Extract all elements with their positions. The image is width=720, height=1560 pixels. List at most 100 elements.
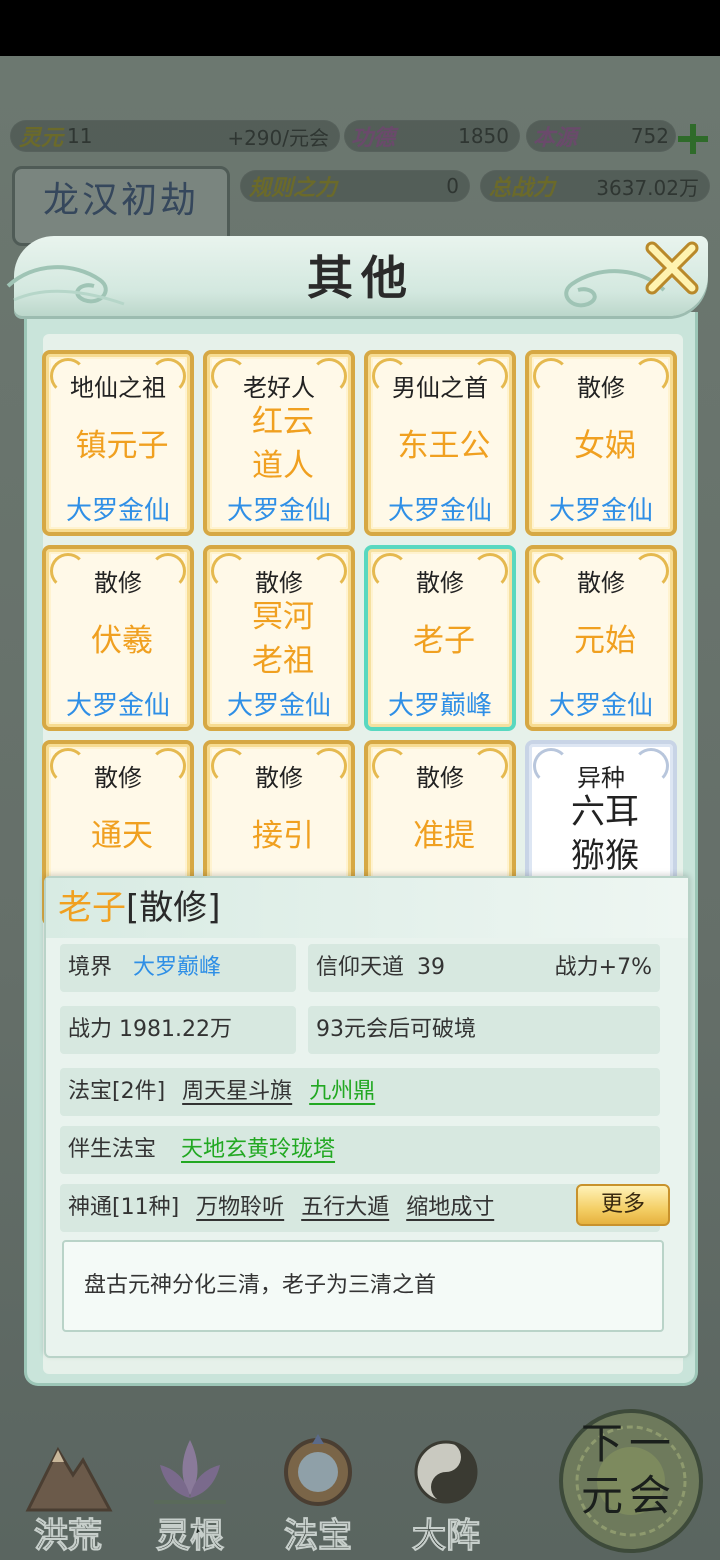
card-tag: 散修 xyxy=(416,569,464,597)
treasure-mirror-icon xyxy=(284,1434,352,1506)
lotus-icon xyxy=(154,1440,226,1504)
lingyuan-chip: 灵元 11 +290/元会 xyxy=(10,120,340,152)
card-tag: 散修 xyxy=(577,569,625,597)
gongde-value: 1850 xyxy=(458,124,509,148)
card-name: 老子 xyxy=(413,623,475,659)
card-realm: 大罗金仙 xyxy=(548,691,653,721)
treasure-label: 法宝[2件] xyxy=(68,1079,166,1104)
card-name-line: 红云道人 xyxy=(252,404,314,484)
character-card[interactable]: 散修 元始 大罗金仙 xyxy=(525,545,677,731)
other-characters-modal: 其他 地仙之祖 镇元子 大罗金仙 老好人 红云道人 大罗金仙 男仙之首 东王公 … xyxy=(6,236,708,1386)
treasure-row: 法宝[2件] 周天星斗旗 九州鼎 xyxy=(60,1068,660,1116)
character-card[interactable]: 老好人 红云道人 大罗金仙 xyxy=(203,350,355,536)
card-name: 伏羲 xyxy=(91,623,153,659)
add-icon[interactable] xyxy=(676,122,710,156)
faith-value: 39 xyxy=(417,955,446,980)
card-name: 女娲 xyxy=(574,428,636,464)
companion-row: 伴生法宝 天地玄黄玲珑塔 xyxy=(60,1126,660,1174)
card-tag: 异种 xyxy=(577,764,625,792)
character-card[interactable]: 地仙之祖 镇元子 大罗金仙 xyxy=(42,350,194,536)
card-name: 六耳猕猴 xyxy=(539,790,671,878)
status-bar xyxy=(0,0,720,56)
character-detail-panel: 老子[散修] 境界 大罗巅峰 信仰天道 39 战力+7% 战力 1981.22万… xyxy=(44,876,690,1358)
nav-honghuang[interactable]: 洪荒 xyxy=(8,1420,128,1560)
lingyuan-value: 11 xyxy=(67,124,93,148)
card-realm: 大罗金仙 xyxy=(65,496,170,526)
card-tag: 散修 xyxy=(94,764,142,792)
gongde-label: 功德 xyxy=(351,125,396,151)
detail-name: 老子 xyxy=(58,888,126,928)
card-name: 东王公 xyxy=(397,428,491,464)
realm-label: 境界 xyxy=(68,955,113,980)
skills-row: 神通[11种] 万物聆听 五行大遁 缩地成寸 xyxy=(60,1184,660,1232)
card-realm: 大罗金仙 xyxy=(387,496,492,526)
skill-link[interactable]: 缩地成寸 xyxy=(406,1195,494,1220)
lingyuan-label: 灵元 xyxy=(19,125,64,151)
treasure-link[interactable]: 周天星斗旗 xyxy=(182,1079,292,1104)
nav-label: 灵根 xyxy=(156,1516,225,1557)
guize-label: 规则之力 xyxy=(249,175,338,201)
card-realm: 大罗金仙 xyxy=(226,496,331,526)
nav-label: 大阵 xyxy=(412,1516,481,1557)
power-row: 战力 1981.22万 xyxy=(60,1006,296,1054)
nav-fabao[interactable]: 法宝 xyxy=(258,1420,378,1560)
card-realm: 大罗金仙 xyxy=(548,496,653,526)
lingyuan-rate: +290/元会 xyxy=(227,125,329,150)
faith-row: 信仰天道 39 战力+7% xyxy=(308,944,660,992)
skill-link[interactable]: 万物聆听 xyxy=(196,1195,284,1220)
modal-title: 其他 xyxy=(307,251,415,305)
card-tag: 散修 xyxy=(94,569,142,597)
benyuan-value: 752 xyxy=(630,124,669,148)
card-name: 红云道人 xyxy=(217,400,349,488)
card-name: 冥河老祖 xyxy=(217,595,349,683)
card-tag: 散修 xyxy=(255,569,303,597)
breakthrough-text: 93元会后可破境 xyxy=(316,1017,476,1042)
card-realm: 大罗巅峰 xyxy=(387,691,492,721)
skill-link[interactable]: 五行大遁 xyxy=(301,1195,389,1220)
detail-type: [散修] xyxy=(126,888,221,928)
next-era-line2: 元会 xyxy=(580,1471,677,1520)
card-name: 准提 xyxy=(413,818,475,854)
yinyang-icon xyxy=(414,1440,478,1504)
zongzhanli-value: 3637.02万 xyxy=(596,175,699,200)
card-realm: 大罗金仙 xyxy=(65,691,170,721)
card-tag: 地仙之祖 xyxy=(70,374,166,402)
breakthrough-row: 93元会后可破境 xyxy=(308,1006,660,1054)
realm-row: 境界 大罗巅峰 xyxy=(60,944,296,992)
modal-header-banner: 其他 xyxy=(6,236,708,316)
power-bonus: 战力+7% xyxy=(554,955,652,980)
mountain-icon xyxy=(25,1446,113,1512)
next-era-button[interactable]: 下一 元会 xyxy=(564,1418,694,1522)
more-button[interactable]: 更多 xyxy=(576,1184,670,1226)
nav-label: 洪荒 xyxy=(34,1516,103,1557)
realm-value: 大罗巅峰 xyxy=(133,955,222,980)
character-card[interactable]: 散修 冥河老祖 大罗金仙 xyxy=(203,545,355,731)
card-tag: 男仙之首 xyxy=(392,374,488,402)
faith-label: 信仰天道 xyxy=(316,955,405,980)
nav-label: 法宝 xyxy=(284,1516,353,1557)
next-era-line1: 下一 xyxy=(580,1419,677,1468)
card-name: 镇元子 xyxy=(75,428,169,464)
character-card[interactable]: 散修 女娲 大罗金仙 xyxy=(525,350,677,536)
nav-dazhen[interactable]: 大阵 xyxy=(386,1420,506,1560)
guize-value: 0 xyxy=(446,174,459,198)
zongzhanli-label: 总战力 xyxy=(489,175,556,201)
gongde-chip: 功德 1850 xyxy=(344,120,520,152)
treasure-link[interactable]: 九州鼎 xyxy=(309,1079,375,1104)
card-tag: 散修 xyxy=(416,764,464,792)
character-card[interactable]: 男仙之首 东王公 大罗金仙 xyxy=(364,350,516,536)
close-icon[interactable] xyxy=(642,238,702,298)
card-name: 元始 xyxy=(574,623,636,659)
character-card[interactable]: 散修 伏羲 大罗金仙 xyxy=(42,545,194,731)
benyuan-label: 本源 xyxy=(533,125,578,151)
card-tag: 散修 xyxy=(577,374,625,402)
card-name: 通天 xyxy=(91,818,153,854)
skills-label: 神通[11种] xyxy=(68,1195,180,1220)
companion-label: 伴生法宝 xyxy=(68,1137,157,1162)
character-card-selected[interactable]: 散修 老子 大罗巅峰 xyxy=(364,545,516,731)
era-title: 龙汉初劫 xyxy=(12,166,230,246)
companion-link[interactable]: 天地玄黄玲珑塔 xyxy=(181,1137,335,1162)
card-tag: 散修 xyxy=(255,764,303,792)
nav-linggen[interactable]: 灵根 xyxy=(130,1420,250,1560)
card-name: 接引 xyxy=(252,818,314,854)
